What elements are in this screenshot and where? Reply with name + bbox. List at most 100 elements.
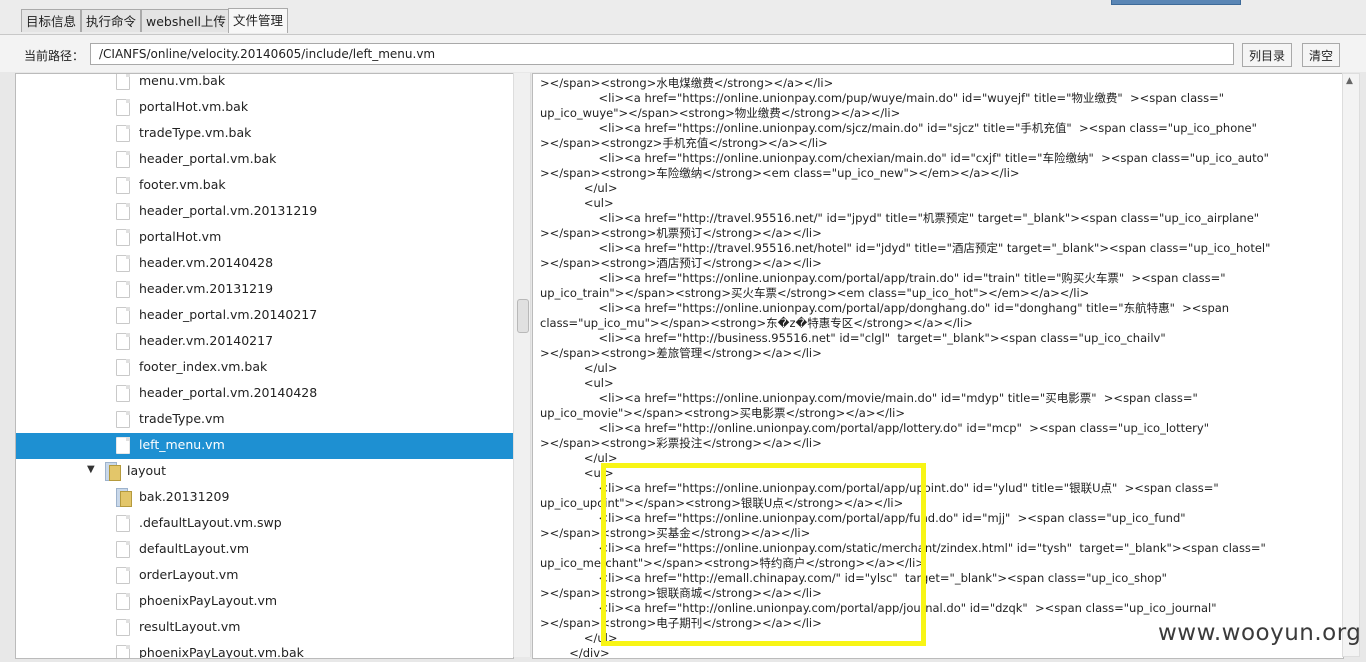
code-line: class="up_ico_mu"></span><strong>东�z�特惠专… [540,316,973,330]
tree-item-label: left_menu.vm [139,437,225,452]
tree-file-item[interactable]: resultLayout.vm [16,615,513,641]
tree-file-item[interactable]: tradeType.vm [16,407,513,433]
code-line: </div> [540,646,610,659]
code-line: up_ico_wuye"></span><strong>物业缴费</strong… [540,106,901,120]
file-icon [116,99,130,116]
folder-icon [116,488,132,507]
tree-item-label: bak.20131209 [139,489,230,504]
tree-item-label: defaultLayout.vm [139,541,250,556]
tree-item-label: menu.vm.bak [139,73,226,88]
code-line: ></span><strong>彩票投注</strong></a></li> [540,436,822,450]
code-scrollbar[interactable]: ▲ [1342,73,1360,657]
path-input[interactable] [90,43,1234,65]
file-icon [116,437,130,454]
tree-item-label: header_portal.vm.20131219 [139,203,318,218]
list-directory-button[interactable]: 列目录 [1242,43,1293,67]
expand-arrow-icon[interactable]: ▼ [87,464,95,475]
tree-scrollbar[interactable] [513,73,531,657]
file-icon [116,541,130,558]
tree-item-label: layout [127,463,167,478]
tree-file-item[interactable]: .defaultLayout.vm.swp [16,511,513,537]
code-line: <li><a href="https://online.unionpay.com… [540,121,1257,135]
tree-item-label: .defaultLayout.vm.swp [139,515,282,530]
path-label: 当前路径： [24,49,85,63]
file-icon [116,281,130,298]
code-line: <li><a href="http://online.unionpay.com/… [540,421,1209,435]
file-icon [116,593,130,610]
file-icon [116,645,130,658]
tab-webshell-upload[interactable]: webshell上传 [141,9,231,32]
tree-item-label: header_portal.vm.20140217 [139,307,318,322]
file-icon [116,177,130,194]
path-bar: 当前路径： 列目录 清空 [0,35,1366,72]
watermark: www.wooyun.org [1158,620,1362,646]
tree-item-label: portalHot.vm.bak [139,99,249,114]
tree-file-item[interactable]: header_portal.vm.bak [16,147,513,173]
tab-execute-command[interactable]: 执行命令 [81,9,142,32]
code-line: ></span><strong>车险缴纳</strong><em class="… [540,166,1020,180]
scroll-thumb[interactable] [517,299,529,333]
file-icon [116,151,130,168]
tree-file-item[interactable]: left_menu.vm [16,433,513,459]
tree-file-item[interactable]: header_portal.vm.20131219 [16,199,513,225]
code-line: ></span><strongz>手机充值</strong></a></li> [540,136,828,150]
tree-item-label: orderLayout.vm [139,567,239,582]
tree-file-item[interactable]: header.vm.20131219 [16,277,513,303]
code-line: <li><a href="https://online.unionpay.com… [540,151,1269,165]
tree-folder-item[interactable]: bak.20131209 [16,485,513,511]
code-line: <li><a href="https://online.unionpay.com… [540,271,1226,285]
tree-item-label: header.vm.20140217 [139,333,274,348]
tree-file-item[interactable]: phoenixPayLayout.vm.bak [16,641,513,658]
tree-item-label: header_portal.vm.20140428 [139,385,318,400]
code-line: <li><a href="http://travel.95516.net/hot… [540,241,1271,255]
code-line: ></span><strong>差旅管理</strong></a></li> [540,346,822,360]
tree-item-label: footer.vm.bak [139,177,226,192]
file-icon [116,333,130,350]
tree-file-item[interactable]: tradeType.vm.bak [16,121,513,147]
code-line: ></span><strong>酒店预订</strong></a></li> [540,256,822,270]
code-line: <ul> [540,196,614,210]
code-line: <li><a href="https://online.unionpay.com… [540,301,1230,315]
file-icon [116,567,130,584]
tree-item-label: header.vm.20131219 [139,281,274,296]
tree-item-label: tradeType.vm.bak [139,125,252,140]
clear-button[interactable]: 清空 [1302,43,1341,67]
tree-file-item[interactable]: portalHot.vm [16,225,513,251]
code-line: <li><a href="https://online.unionpay.com… [540,91,1225,105]
code-line: ></span><strong>机票预订</strong></a></li> [540,226,822,240]
code-line: <li><a href="http://business.95516.net" … [540,331,1166,345]
tree-file-item[interactable]: phoenixPayLayout.vm [16,589,513,615]
tab-file-manager[interactable]: 文件管理 [228,8,289,33]
tree-file-item[interactable]: footer.vm.bak [16,173,513,199]
code-line: ></span><strong>水电煤缴费</strong></a></li> [540,76,834,90]
tree-folder-item[interactable]: ▼ layout [16,459,513,485]
code-line: <li><a href="http://travel.95516.net/" i… [540,211,1260,225]
scroll-up-icon[interactable]: ▲ [1346,76,1353,86]
file-icon [116,307,130,324]
code-line: <li><a href="https://online.unionpay.com… [540,391,1198,405]
code-line: up_ico_train"></span><strong>买火车票</stron… [540,286,1090,300]
tree-file-item[interactable]: header.vm.20140428 [16,251,513,277]
file-icon [116,385,130,402]
tree-item-label: footer_index.vm.bak [139,359,268,374]
tree-file-item[interactable]: defaultLayout.vm [16,537,513,563]
tree-file-item[interactable]: menu.vm.bak [16,73,513,95]
tree-file-item[interactable]: header_portal.vm.20140428 [16,381,513,407]
tree-file-item[interactable]: portalHot.vm.bak [16,95,513,121]
file-icon [116,359,130,376]
tree-item-label: phoenixPayLayout.vm [139,593,278,608]
tree-item-label: tradeType.vm [139,411,225,426]
tab-target-info[interactable]: 目标信息 [21,9,82,32]
code-line: up_ico_movie"></span><strong>买电影票</stron… [540,406,906,420]
tree-file-item[interactable]: orderLayout.vm [16,563,513,589]
tab-bar: 目标信息 执行命令 webshell上传 文件管理 [0,0,1366,35]
tree-file-item[interactable]: footer_index.vm.bak [16,355,513,381]
tree-file-item[interactable]: header_portal.vm.20140217 [16,303,513,329]
file-icon [116,411,130,428]
highlight-box [601,463,926,646]
file-icon [116,74,130,90]
file-icon [116,515,130,532]
tree-item-label: header_portal.vm.bak [139,151,277,166]
file-icon [116,255,130,272]
tree-file-item[interactable]: header.vm.20140217 [16,329,513,355]
